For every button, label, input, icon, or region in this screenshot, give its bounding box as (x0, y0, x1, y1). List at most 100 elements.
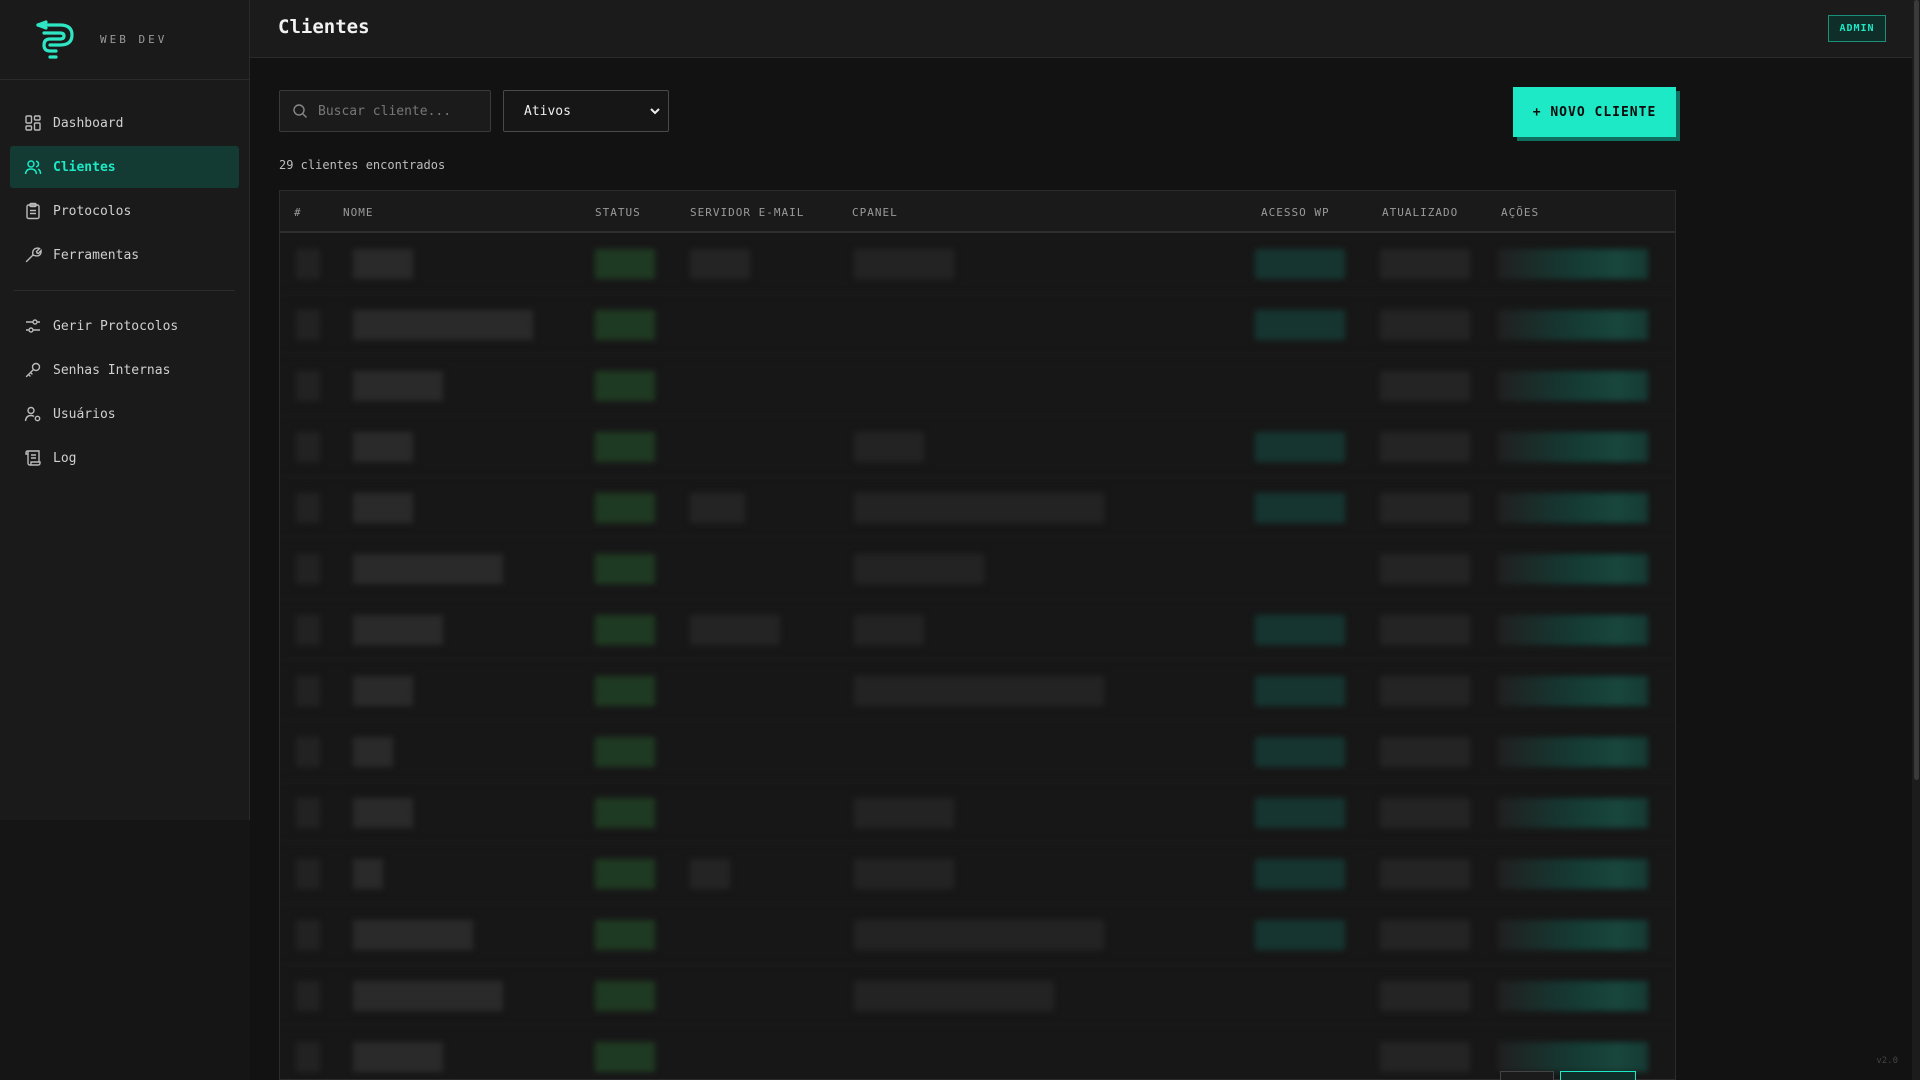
column-header-cpanel[interactable]: CPANEL (852, 206, 898, 219)
cell-cpanel (854, 920, 1104, 950)
cell-actions (1498, 249, 1648, 279)
cell-number (296, 310, 320, 340)
cell-cpanel (854, 432, 924, 462)
role-badge: ADMIN (1828, 15, 1886, 42)
sidebar-item-log[interactable]: Log (10, 437, 239, 479)
cell-updated (1380, 554, 1470, 584)
sidebar-item-label: Dashboard (53, 115, 124, 131)
cell-name (353, 981, 503, 1011)
column-header-status[interactable]: STATUS (595, 206, 641, 219)
cell-cpanel (854, 676, 1104, 706)
cell-number (296, 737, 320, 767)
sidebar-nav: Dashboard Clientes Protocolos Ferramenta… (0, 80, 249, 479)
column-header-servidor-email[interactable]: SERVIDOR E-MAIL (690, 206, 804, 219)
cell-number (296, 920, 320, 950)
search-icon (293, 104, 307, 118)
sidebar-item-protocolos[interactable]: Protocolos (10, 190, 239, 232)
user-cog-icon (24, 405, 42, 423)
sidebar-item-label: Senhas Internas (53, 362, 171, 378)
clients-table: # NOME STATUS SERVIDOR E-MAIL CPANEL ACE… (279, 190, 1676, 1080)
cell-number (296, 798, 320, 828)
cell-actions (1498, 676, 1648, 706)
table-row[interactable] (280, 1026, 1675, 1079)
table-row[interactable] (280, 965, 1675, 1026)
table-row[interactable] (280, 294, 1675, 355)
cell-name (353, 432, 413, 462)
table-row[interactable] (280, 233, 1675, 294)
table-row[interactable] (280, 660, 1675, 721)
table-row[interactable] (280, 843, 1675, 904)
status-filter-select[interactable]: Ativos (503, 90, 669, 132)
sidebar-divider (14, 290, 235, 291)
table-row[interactable] (280, 599, 1675, 660)
cell-updated (1380, 920, 1470, 950)
cell-updated (1380, 798, 1470, 828)
cell-actions (1498, 920, 1648, 950)
cell-status (595, 737, 655, 767)
cell-name (353, 1042, 443, 1072)
sidebar-footer-area (0, 820, 250, 1080)
cell-wp (1255, 615, 1345, 645)
sidebar-item-usuarios[interactable]: Usuários (10, 393, 239, 435)
cell-name (353, 737, 393, 767)
cell-status (595, 249, 655, 279)
cell-name (353, 310, 533, 340)
cell-updated (1380, 310, 1470, 340)
column-header-nome[interactable]: NOME (343, 206, 374, 219)
sidebar-item-senhas-internas[interactable]: Senhas Internas (10, 349, 239, 391)
cell-updated (1380, 737, 1470, 767)
scrollbar-thumb[interactable] (1914, 0, 1919, 780)
cell-wp (1255, 249, 1345, 279)
sidebar-item-gerir-protocolos[interactable]: Gerir Protocolos (10, 305, 239, 347)
table-row[interactable] (280, 416, 1675, 477)
row-action-button-primary[interactable] (1560, 1071, 1636, 1080)
cell-name (353, 920, 473, 950)
cell-name (353, 798, 413, 828)
sidebar-item-label: Protocolos (53, 203, 132, 219)
sliders-icon (24, 317, 42, 335)
table-row[interactable] (280, 721, 1675, 782)
new-client-button[interactable]: + NOVO CLIENTE (1513, 87, 1676, 137)
logo-icon (36, 19, 74, 59)
cell-actions (1498, 554, 1648, 584)
table-row[interactable] (280, 477, 1675, 538)
table-row[interactable] (280, 538, 1675, 599)
cell-mail (690, 859, 730, 889)
sidebar-item-label: Usuários (53, 406, 116, 422)
cell-wp (1255, 310, 1345, 340)
cell-mail (690, 493, 745, 523)
cell-status (595, 493, 655, 523)
cell-actions (1498, 371, 1648, 401)
cell-actions (1498, 432, 1648, 462)
cell-number (296, 981, 320, 1011)
cell-actions (1498, 310, 1648, 340)
table-row[interactable] (280, 782, 1675, 843)
row-action-button[interactable] (1500, 1071, 1554, 1080)
cell-name (353, 371, 443, 401)
sidebar-item-ferramentas[interactable]: Ferramentas (10, 234, 239, 276)
column-header-acesso-wp[interactable]: ACESSO WP (1261, 206, 1330, 219)
table-row[interactable] (280, 355, 1675, 416)
cell-actions (1498, 737, 1648, 767)
column-header-atualizado[interactable]: ATUALIZADO (1382, 206, 1458, 219)
table-row[interactable] (280, 904, 1675, 965)
cell-status (595, 554, 655, 584)
cell-cpanel (854, 615, 924, 645)
search-input[interactable] (318, 103, 478, 119)
sidebar-item-clientes[interactable]: Clientes (10, 146, 239, 188)
page-scrollbar[interactable] (1912, 0, 1920, 1080)
cell-actions (1498, 1042, 1648, 1072)
column-header-number[interactable]: # (294, 206, 302, 219)
sidebar-item-label: Log (53, 450, 77, 466)
cell-wp (1255, 798, 1345, 828)
cell-updated (1380, 493, 1470, 523)
cell-number (296, 1042, 320, 1072)
sidebar-item-dashboard[interactable]: Dashboard (10, 102, 239, 144)
cell-actions (1498, 859, 1648, 889)
search-box[interactable] (279, 90, 491, 132)
brand[interactable]: WEB DEV (0, 0, 249, 80)
cell-name (353, 859, 383, 889)
cell-cpanel (854, 859, 954, 889)
cell-updated (1380, 676, 1470, 706)
cell-cpanel (854, 493, 1104, 523)
